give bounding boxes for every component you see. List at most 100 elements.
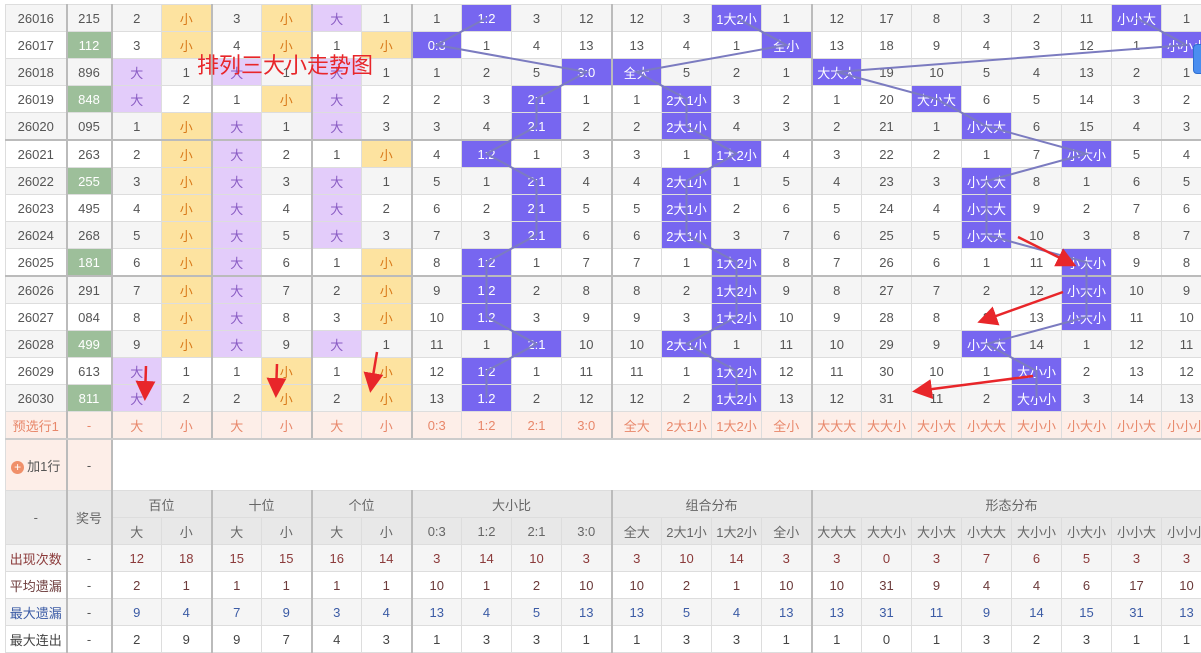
pattern-cell: 3 xyxy=(1062,385,1112,412)
winning-number-cell: 613 xyxy=(67,358,112,385)
stats-value: 1 xyxy=(762,626,812,653)
position-cell: 2 xyxy=(312,385,362,412)
preselect-option[interactable]: 小大小 xyxy=(1062,412,1112,440)
pattern-cell: 22 xyxy=(862,140,912,168)
add-row-button[interactable]: +加1行 xyxy=(6,439,67,491)
position-cell: 1 xyxy=(212,358,262,385)
stats-value: 2 xyxy=(112,626,162,653)
position-cell: 小 xyxy=(362,140,412,168)
stats-value: 1 xyxy=(162,572,212,599)
preselect-option[interactable]: 0:3 xyxy=(412,412,462,440)
preselect-option[interactable]: 小小大 xyxy=(1112,412,1162,440)
ratio-cell: 1 xyxy=(412,59,462,86)
table-row: 260251816小大61小81:217711大2小87266111小大小98 xyxy=(6,249,1201,277)
position-cell: 小 xyxy=(262,86,312,113)
preselect-option[interactable]: 大 xyxy=(212,412,262,440)
stats-value: 4 xyxy=(462,599,512,626)
stats-number: - xyxy=(67,599,112,626)
preselect-option[interactable]: 大 xyxy=(312,412,362,440)
preselect-option[interactable]: 2大1小 xyxy=(662,412,712,440)
preselect-option[interactable]: 小 xyxy=(262,412,312,440)
ratio-cell: 6 xyxy=(412,195,462,222)
header-group: 大小比 xyxy=(412,491,612,518)
winning-number-cell: 112 xyxy=(67,32,112,59)
position-cell: 小 xyxy=(362,276,412,304)
table-row: 260222553小大3大1512:1442大1小154233小大大8165 xyxy=(6,168,1201,195)
period-cell: 26025 xyxy=(6,249,67,277)
position-cell: 9 xyxy=(112,331,162,358)
stats-value: 7 xyxy=(212,599,262,626)
pattern-cell: 3 xyxy=(1112,86,1162,113)
preselect-option[interactable]: 小 xyxy=(362,412,412,440)
winning-number-cell: 263 xyxy=(67,140,112,168)
stats-value: 1 xyxy=(812,626,862,653)
add-row-number: - xyxy=(67,439,112,491)
position-cell: 8 xyxy=(112,304,162,331)
pattern-cell: 4 xyxy=(912,195,962,222)
pattern-cell: 9 xyxy=(1112,249,1162,277)
pattern-cell: 4 xyxy=(1012,59,1062,86)
pattern-cell: 1 xyxy=(812,86,862,113)
period-cell: 26020 xyxy=(6,113,67,141)
stats-label: 平均遗漏 xyxy=(6,572,67,599)
preselect-option[interactable]: 大小大 xyxy=(912,412,962,440)
position-cell: 2 xyxy=(262,140,312,168)
stats-value: 13 xyxy=(612,599,662,626)
side-float-button[interactable] xyxy=(1193,44,1201,74)
preselect-option[interactable]: 小 xyxy=(162,412,212,440)
pattern-cell: 26 xyxy=(862,249,912,277)
stats-value: 9 xyxy=(162,626,212,653)
combo-cell: 8 xyxy=(612,276,662,304)
ratio-cell: 1 xyxy=(512,358,562,385)
stats-value: 3 xyxy=(712,626,762,653)
preselect-option[interactable]: 全小 xyxy=(762,412,812,440)
stats-value: 3 xyxy=(962,626,1012,653)
stats-value: 3 xyxy=(462,626,512,653)
period-cell: 26022 xyxy=(6,168,67,195)
table-row: 26018896大1大1大11253:0全大521大大大1910541321 xyxy=(6,59,1201,86)
winning-number-cell: 495 xyxy=(67,195,112,222)
ratio-cell: 12 xyxy=(412,358,462,385)
preselect-option[interactable]: 1:2 xyxy=(462,412,512,440)
preselect-option[interactable]: 小大大 xyxy=(962,412,1012,440)
pattern-cell: 9 xyxy=(1012,195,1062,222)
preselect-option[interactable]: 大大小 xyxy=(862,412,912,440)
pattern-cell: 15 xyxy=(1062,113,1112,141)
combo-cell: 7 xyxy=(612,249,662,277)
pattern-cell: 20 xyxy=(862,86,912,113)
preselect-option[interactable]: 小小小 xyxy=(1162,412,1201,440)
ratio-cell: 1:2 xyxy=(462,358,512,385)
preselect-option[interactable]: 2:1 xyxy=(512,412,562,440)
pattern-cell: 3 xyxy=(1162,113,1201,141)
pattern-cell: 7 xyxy=(1162,222,1201,249)
pattern-cell: 小大大 xyxy=(962,113,1012,141)
stats-value: 14 xyxy=(362,545,412,572)
stats-value: 13 xyxy=(1162,599,1201,626)
preselect-option[interactable]: 1大2小 xyxy=(712,412,762,440)
pattern-cell: 2 xyxy=(1062,358,1112,385)
preselect-option[interactable]: 大 xyxy=(112,412,162,440)
position-cell: 大 xyxy=(212,113,262,141)
preselect-option[interactable]: 3:0 xyxy=(562,412,612,440)
pattern-cell: 4 xyxy=(1162,140,1201,168)
pattern-cell: 3 xyxy=(962,5,1012,32)
preselect-option[interactable]: 大大大 xyxy=(812,412,862,440)
stats-row: 最大遗漏-947934134513135413133111914153113 xyxy=(6,599,1201,626)
position-cell: 1 xyxy=(312,249,362,277)
preselect-option[interactable]: 大小小 xyxy=(1012,412,1062,440)
ratio-cell: 5 xyxy=(562,195,612,222)
ratio-cell: 3 xyxy=(412,113,462,141)
pattern-cell: 11 xyxy=(1112,304,1162,331)
header-sub: 大 xyxy=(112,518,162,545)
pattern-cell: 25 xyxy=(862,222,912,249)
combo-cell: 1 xyxy=(662,140,712,168)
stats-number: - xyxy=(67,626,112,653)
header-number: 奖号 xyxy=(67,491,112,545)
header-sub: 2:1 xyxy=(512,518,562,545)
header-sub: 大大大 xyxy=(812,518,862,545)
stats-value: 4 xyxy=(362,599,412,626)
pattern-cell: 12 xyxy=(1012,276,1062,304)
ratio-cell: 1 xyxy=(562,86,612,113)
preselect-option[interactable]: 全大 xyxy=(612,412,662,440)
stats-value: 3 xyxy=(812,545,862,572)
